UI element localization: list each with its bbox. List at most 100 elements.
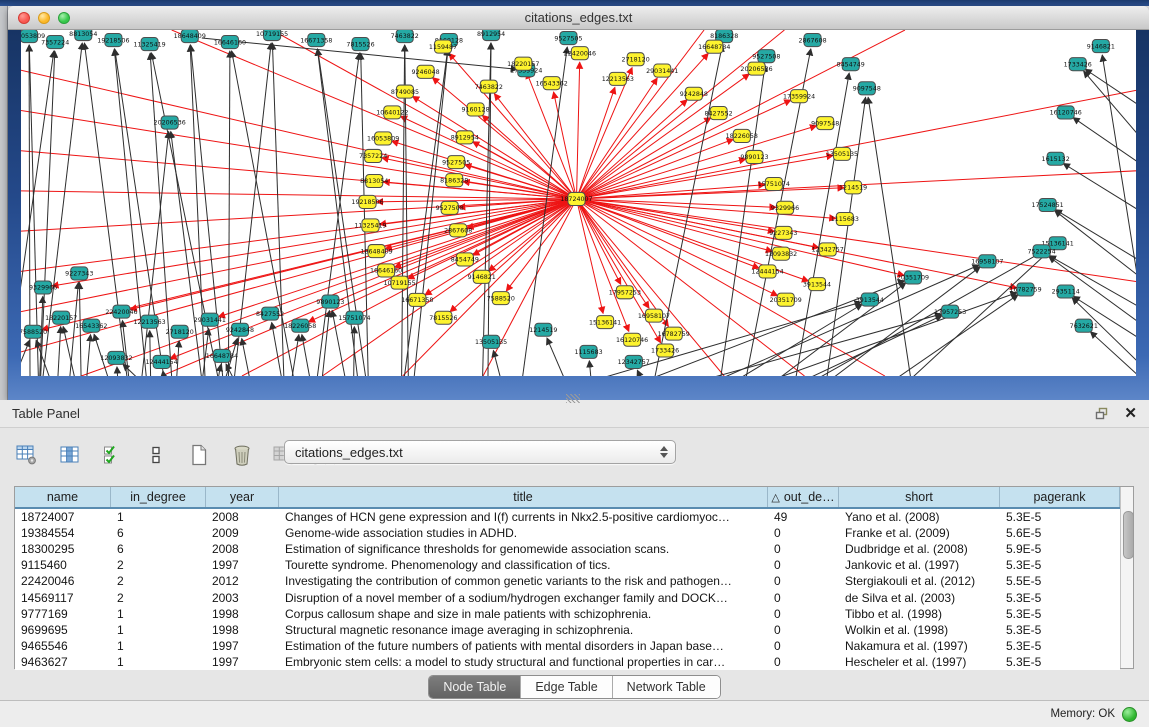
show-columns-button[interactable] bbox=[57, 444, 83, 470]
graph-edge[interactable] bbox=[527, 72, 577, 199]
graph-node[interactable]: 16120746 bbox=[616, 333, 648, 346]
tab-edge-table[interactable]: Edge Table bbox=[521, 676, 612, 698]
graph-node[interactable]: 8454749 bbox=[837, 58, 865, 71]
column-header-name[interactable]: name bbox=[15, 487, 111, 507]
citation-network-graph[interactable]: 1605380973572248813054192185061132541918… bbox=[21, 30, 1136, 376]
graph-edge[interactable] bbox=[413, 96, 577, 199]
table-row[interactable]: 946554611997Estimation of the future num… bbox=[15, 638, 1120, 654]
graph-edge[interactable] bbox=[87, 335, 91, 376]
graph-edge[interactable] bbox=[576, 199, 774, 231]
graph-node[interactable]: 7357224 bbox=[41, 36, 69, 49]
graph-node[interactable]: 9146821 bbox=[1087, 40, 1115, 53]
graph-edge[interactable] bbox=[576, 74, 749, 199]
graph-edge[interactable] bbox=[272, 323, 282, 376]
column-header-year[interactable]: year bbox=[206, 487, 279, 507]
graph-node[interactable]: 1115683 bbox=[831, 212, 859, 225]
graph-node[interactable]: 2718120 bbox=[622, 53, 650, 66]
graph-node[interactable]: 9097548 bbox=[811, 117, 839, 130]
column-header-pagerank[interactable]: pagerank bbox=[1000, 487, 1120, 507]
graph-node[interactable]: 16782759 bbox=[1009, 283, 1041, 296]
graph-node[interactable]: 8813054 bbox=[360, 174, 388, 187]
delete-button[interactable] bbox=[229, 444, 255, 470]
graph-node[interactable]: 8749085 bbox=[391, 85, 419, 98]
graph-node[interactable]: 9097548 bbox=[853, 82, 881, 95]
close-panel-icon[interactable]: ✕ bbox=[1124, 406, 1137, 421]
graph-node[interactable]: 9527505 bbox=[442, 156, 470, 169]
scrollbar-thumb[interactable] bbox=[1123, 511, 1134, 559]
column-header-out_degree[interactable]: △out_de… bbox=[768, 487, 839, 507]
graph-edge[interactable] bbox=[547, 338, 565, 376]
column-header-in_degree[interactable]: in_degree bbox=[111, 487, 206, 507]
graph-node[interactable]: 12213563 bbox=[133, 315, 165, 328]
float-panel-icon[interactable] bbox=[1095, 407, 1110, 420]
graph-node[interactable]: 18648409 bbox=[174, 30, 206, 43]
tab-node-table[interactable]: Node Table bbox=[429, 676, 521, 698]
table-mode-button[interactable] bbox=[14, 444, 40, 470]
table-select-dropdown[interactable]: citations_edges.txt bbox=[284, 440, 676, 464]
graph-node[interactable]: 9527508 bbox=[752, 50, 780, 63]
graph-node[interactable]: 17524851 bbox=[1032, 198, 1064, 211]
graph-node[interactable]: 16646160 bbox=[214, 36, 246, 49]
network-canvas[interactable]: 1605380973572248813054192185061132541918… bbox=[21, 30, 1136, 376]
new-document-button[interactable] bbox=[186, 444, 212, 470]
graph-node[interactable]: 12093832 bbox=[100, 351, 132, 364]
graph-node[interactable]: 16671358 bbox=[300, 34, 332, 47]
graph-node[interactable]: 9329966 bbox=[771, 201, 799, 214]
graph-node[interactable]: 1615132 bbox=[1042, 152, 1070, 165]
graph-node[interactable]: 7632621 bbox=[1070, 319, 1098, 332]
graph-edge[interactable] bbox=[1085, 69, 1136, 104]
graph-edge[interactable] bbox=[576, 30, 904, 199]
graph-edge[interactable] bbox=[171, 132, 202, 376]
graph-node[interactable]: 11325419 bbox=[354, 219, 386, 232]
graph-edge[interactable] bbox=[1055, 210, 1136, 260]
graph-edge[interactable] bbox=[576, 199, 759, 268]
graph-node[interactable]: 20206536 bbox=[740, 62, 772, 75]
graph-edge[interactable] bbox=[361, 53, 369, 376]
graph-node[interactable]: 1733426 bbox=[1064, 58, 1092, 71]
graph-edge[interactable] bbox=[589, 361, 591, 376]
graph-node[interactable]: 3913544 bbox=[803, 278, 831, 291]
graph-edge[interactable] bbox=[317, 53, 359, 376]
graph-edge[interactable] bbox=[123, 364, 140, 376]
graph-node[interactable]: 7463822 bbox=[391, 30, 419, 43]
graph-edge[interactable] bbox=[1102, 55, 1136, 376]
graph-node[interactable]: 19218506 bbox=[351, 195, 383, 208]
table-row[interactable]: 1456911722003Disruption of a novel membe… bbox=[15, 589, 1120, 605]
graph-node[interactable]: 22420046 bbox=[564, 47, 596, 60]
graph-node[interactable]: 8427552 bbox=[256, 307, 284, 320]
graph-node[interactable]: 9242848 bbox=[226, 323, 254, 336]
graph-node[interactable]: 7588520 bbox=[487, 292, 515, 305]
graph-edge[interactable] bbox=[117, 367, 118, 376]
graph-node[interactable]: 9527508 bbox=[436, 201, 464, 214]
graph-node[interactable]: 1214519 bbox=[839, 181, 867, 194]
graph-edge[interactable] bbox=[21, 340, 30, 376]
graph-node[interactable]: 8912954 bbox=[477, 30, 505, 41]
table-row[interactable]: 1938455462009Genome-wide association stu… bbox=[15, 525, 1120, 541]
graph-node[interactable]: 16671358 bbox=[401, 293, 433, 306]
graph-edge[interactable] bbox=[493, 351, 501, 376]
graph-node[interactable]: 1214519 bbox=[529, 323, 557, 336]
graph-edge[interactable] bbox=[1073, 118, 1136, 163]
column-header-short[interactable]: short bbox=[839, 487, 1000, 507]
graph-node[interactable]: 15136141 bbox=[589, 316, 621, 329]
graph-node[interactable]: 2718120 bbox=[166, 325, 194, 338]
graph-node[interactable]: 9246048 bbox=[411, 65, 439, 78]
column-header-title[interactable]: title bbox=[279, 487, 768, 507]
table-row[interactable]: 911546021997Tourette syndrome. Phenomeno… bbox=[15, 557, 1120, 573]
graph-node[interactable]: 29031441 bbox=[646, 64, 678, 77]
graph-node[interactable]: 19218506 bbox=[97, 34, 129, 47]
graph-node[interactable]: 9227343 bbox=[65, 267, 93, 280]
graph-edge[interactable] bbox=[868, 97, 911, 376]
graph-node[interactable]: 17957253 bbox=[609, 286, 641, 299]
graph-node[interactable]: 12342757 bbox=[618, 355, 650, 368]
graph-node[interactable]: 10719155 bbox=[256, 30, 288, 41]
table-row[interactable]: 946362711997Embryonic stem cells: a mode… bbox=[15, 654, 1120, 670]
graph-node[interactable]: 9890123 bbox=[740, 150, 768, 163]
graph-edge[interactable] bbox=[576, 199, 1016, 288]
graph-node[interactable]: 13505135 bbox=[475, 335, 507, 348]
row-options-button[interactable] bbox=[143, 444, 169, 470]
graph-edge[interactable] bbox=[58, 327, 61, 376]
graph-edge[interactable] bbox=[1063, 164, 1136, 210]
graph-edge[interactable] bbox=[322, 311, 329, 376]
network-window-titlebar[interactable]: citations_edges.txt bbox=[8, 6, 1149, 30]
